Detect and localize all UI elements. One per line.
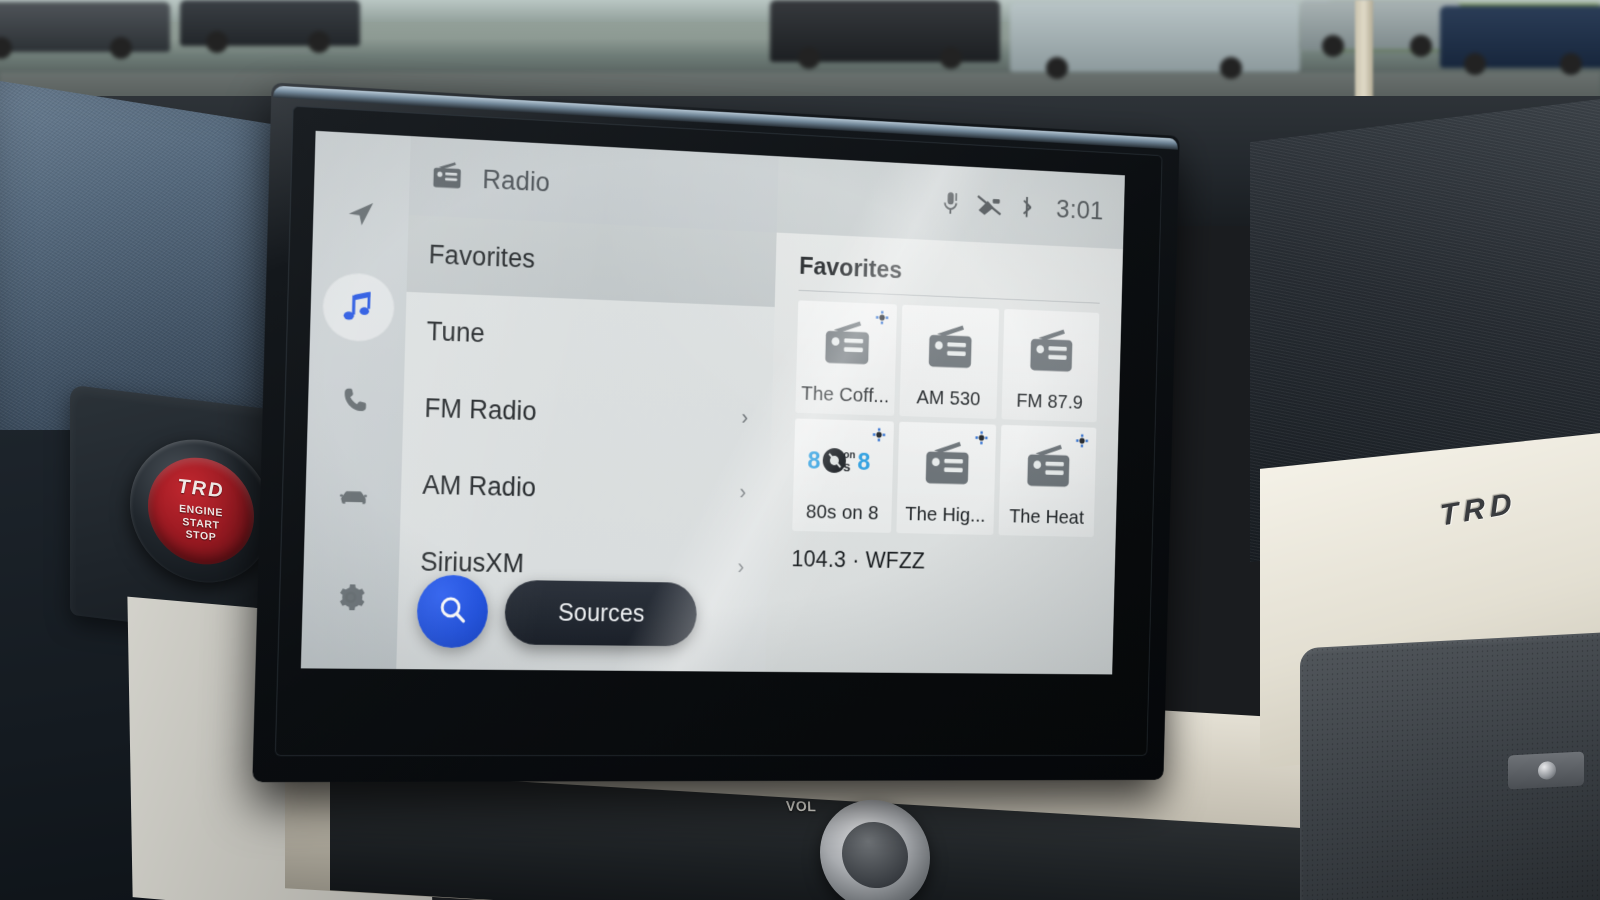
sidebar-item-phone[interactable]: [320, 367, 392, 436]
photo-scene: TRD ENGINE START STOP VOL TRD Radio Favo…: [0, 0, 1600, 900]
menu-item-tune[interactable]: Tune: [404, 292, 774, 382]
menu-header-title: Radio: [482, 164, 551, 197]
radio-icon: [824, 320, 869, 365]
siriusxm-badge-icon: [872, 427, 886, 446]
menu-item-fm-radio[interactable]: FM Radio ›: [402, 369, 772, 456]
siriusxm-badge-icon: [975, 431, 988, 450]
tile-label: 80s on 8: [805, 500, 879, 525]
siriusxm-badge-icon: [1075, 434, 1088, 453]
glovebox-door[interactable]: [1300, 631, 1600, 900]
search-button[interactable]: [416, 574, 489, 649]
parked-vehicle: [1010, 2, 1300, 79]
tile-label: The Heat: [1009, 505, 1085, 529]
satellite-off-icon: [977, 193, 1004, 219]
gear-icon: [333, 579, 369, 615]
radio-icon: [928, 324, 972, 369]
favorite-tile[interactable]: The Heat: [998, 424, 1097, 538]
tile-label: The Hig...: [904, 503, 986, 527]
menu-item-label: Tune: [426, 315, 486, 348]
menu-item-label: AM Radio: [422, 469, 537, 502]
menu-item-am-radio[interactable]: AM Radio ›: [400, 446, 771, 531]
favorite-tile[interactable]: The Hig...: [896, 421, 997, 536]
tile-artwork: [1002, 309, 1099, 393]
music-note-icon: [339, 287, 379, 328]
svg-text:8: 8: [857, 449, 871, 476]
favorite-tile[interactable]: AM 530: [899, 304, 1000, 420]
engine-start-stop-label: ENGINE START STOP: [179, 503, 223, 544]
radio-icon: [1029, 328, 1072, 372]
radio-menu-list: Favorites Tune FM Radio › AM Radio › Sir…: [398, 214, 777, 605]
svg-text:8: 8: [807, 447, 821, 474]
menu-item-label: Favorites: [428, 239, 536, 274]
engine-start-stop-button[interactable]: TRD ENGINE START STOP: [148, 452, 254, 570]
infotainment-screen[interactable]: Radio Favorites Tune FM Radio › AM Radio…: [300, 130, 1125, 675]
radio-icon: [1026, 443, 1070, 487]
sources-button[interactable]: Sources: [504, 579, 698, 647]
favorite-tile[interactable]: 8 on s 8 80s on 8: [792, 418, 894, 533]
navigation-arrow-icon: [343, 194, 379, 231]
tile-label: FM 87.9: [1016, 389, 1084, 414]
sidebar-item-navigation[interactable]: [325, 177, 397, 247]
search-icon: [436, 592, 470, 631]
bottom-control-bar: Sources: [416, 574, 698, 651]
radio-icon: [925, 441, 969, 485]
tile-label: The Coff...: [801, 382, 890, 408]
radio-icon: [430, 159, 463, 195]
sidebar-item-media[interactable]: [322, 272, 395, 342]
80s-on-8-logo: 8 on s 8: [807, 447, 871, 476]
bluetooth-icon: [1018, 194, 1036, 221]
parked-vehicle: [180, 0, 360, 53]
sidebar-item-settings[interactable]: [315, 563, 387, 631]
microphone-muted-icon: [940, 190, 962, 217]
trd-logo: TRD: [177, 475, 225, 503]
parked-vehicle: [0, 2, 170, 59]
favorite-tile[interactable]: FM 87.9: [1001, 308, 1100, 423]
siriusxm-badge-icon: [875, 310, 889, 329]
favorites-panel: 3:01 Favorites The Coff... AM 530 FM 87.…: [765, 156, 1125, 675]
chevron-right-icon: ›: [739, 479, 747, 505]
sidebar-item-vehicle[interactable]: [317, 462, 389, 531]
menu-item-label: FM Radio: [424, 392, 538, 426]
sources-button-label: Sources: [557, 598, 646, 627]
now-playing-label: 104.3 · WFZZ: [791, 546, 926, 575]
clock: 3:01: [1055, 193, 1105, 226]
glovebox-lock[interactable]: [1508, 751, 1584, 790]
favorites-grid: The Coff... AM 530 FM 87.9 8 on s 8 80s …: [769, 290, 1122, 538]
phone-icon: [338, 383, 374, 420]
parked-vehicle: [770, 0, 1000, 69]
car-icon: [334, 477, 372, 516]
svg-text:s: s: [842, 459, 850, 475]
infotainment-head-unit: Radio Favorites Tune FM Radio › AM Radio…: [252, 82, 1180, 783]
volume-label: VOL: [785, 797, 817, 815]
tile-artwork: [900, 305, 999, 389]
favorite-tile[interactable]: The Coff...: [795, 300, 898, 416]
chevron-right-icon: ›: [737, 554, 745, 579]
parked-vehicle: [1440, 6, 1600, 75]
parked-vehicle: [1300, 0, 1460, 57]
app-sidebar: [300, 130, 411, 670]
tile-label: AM 530: [916, 386, 981, 411]
chevron-right-icon: ›: [741, 405, 749, 430]
